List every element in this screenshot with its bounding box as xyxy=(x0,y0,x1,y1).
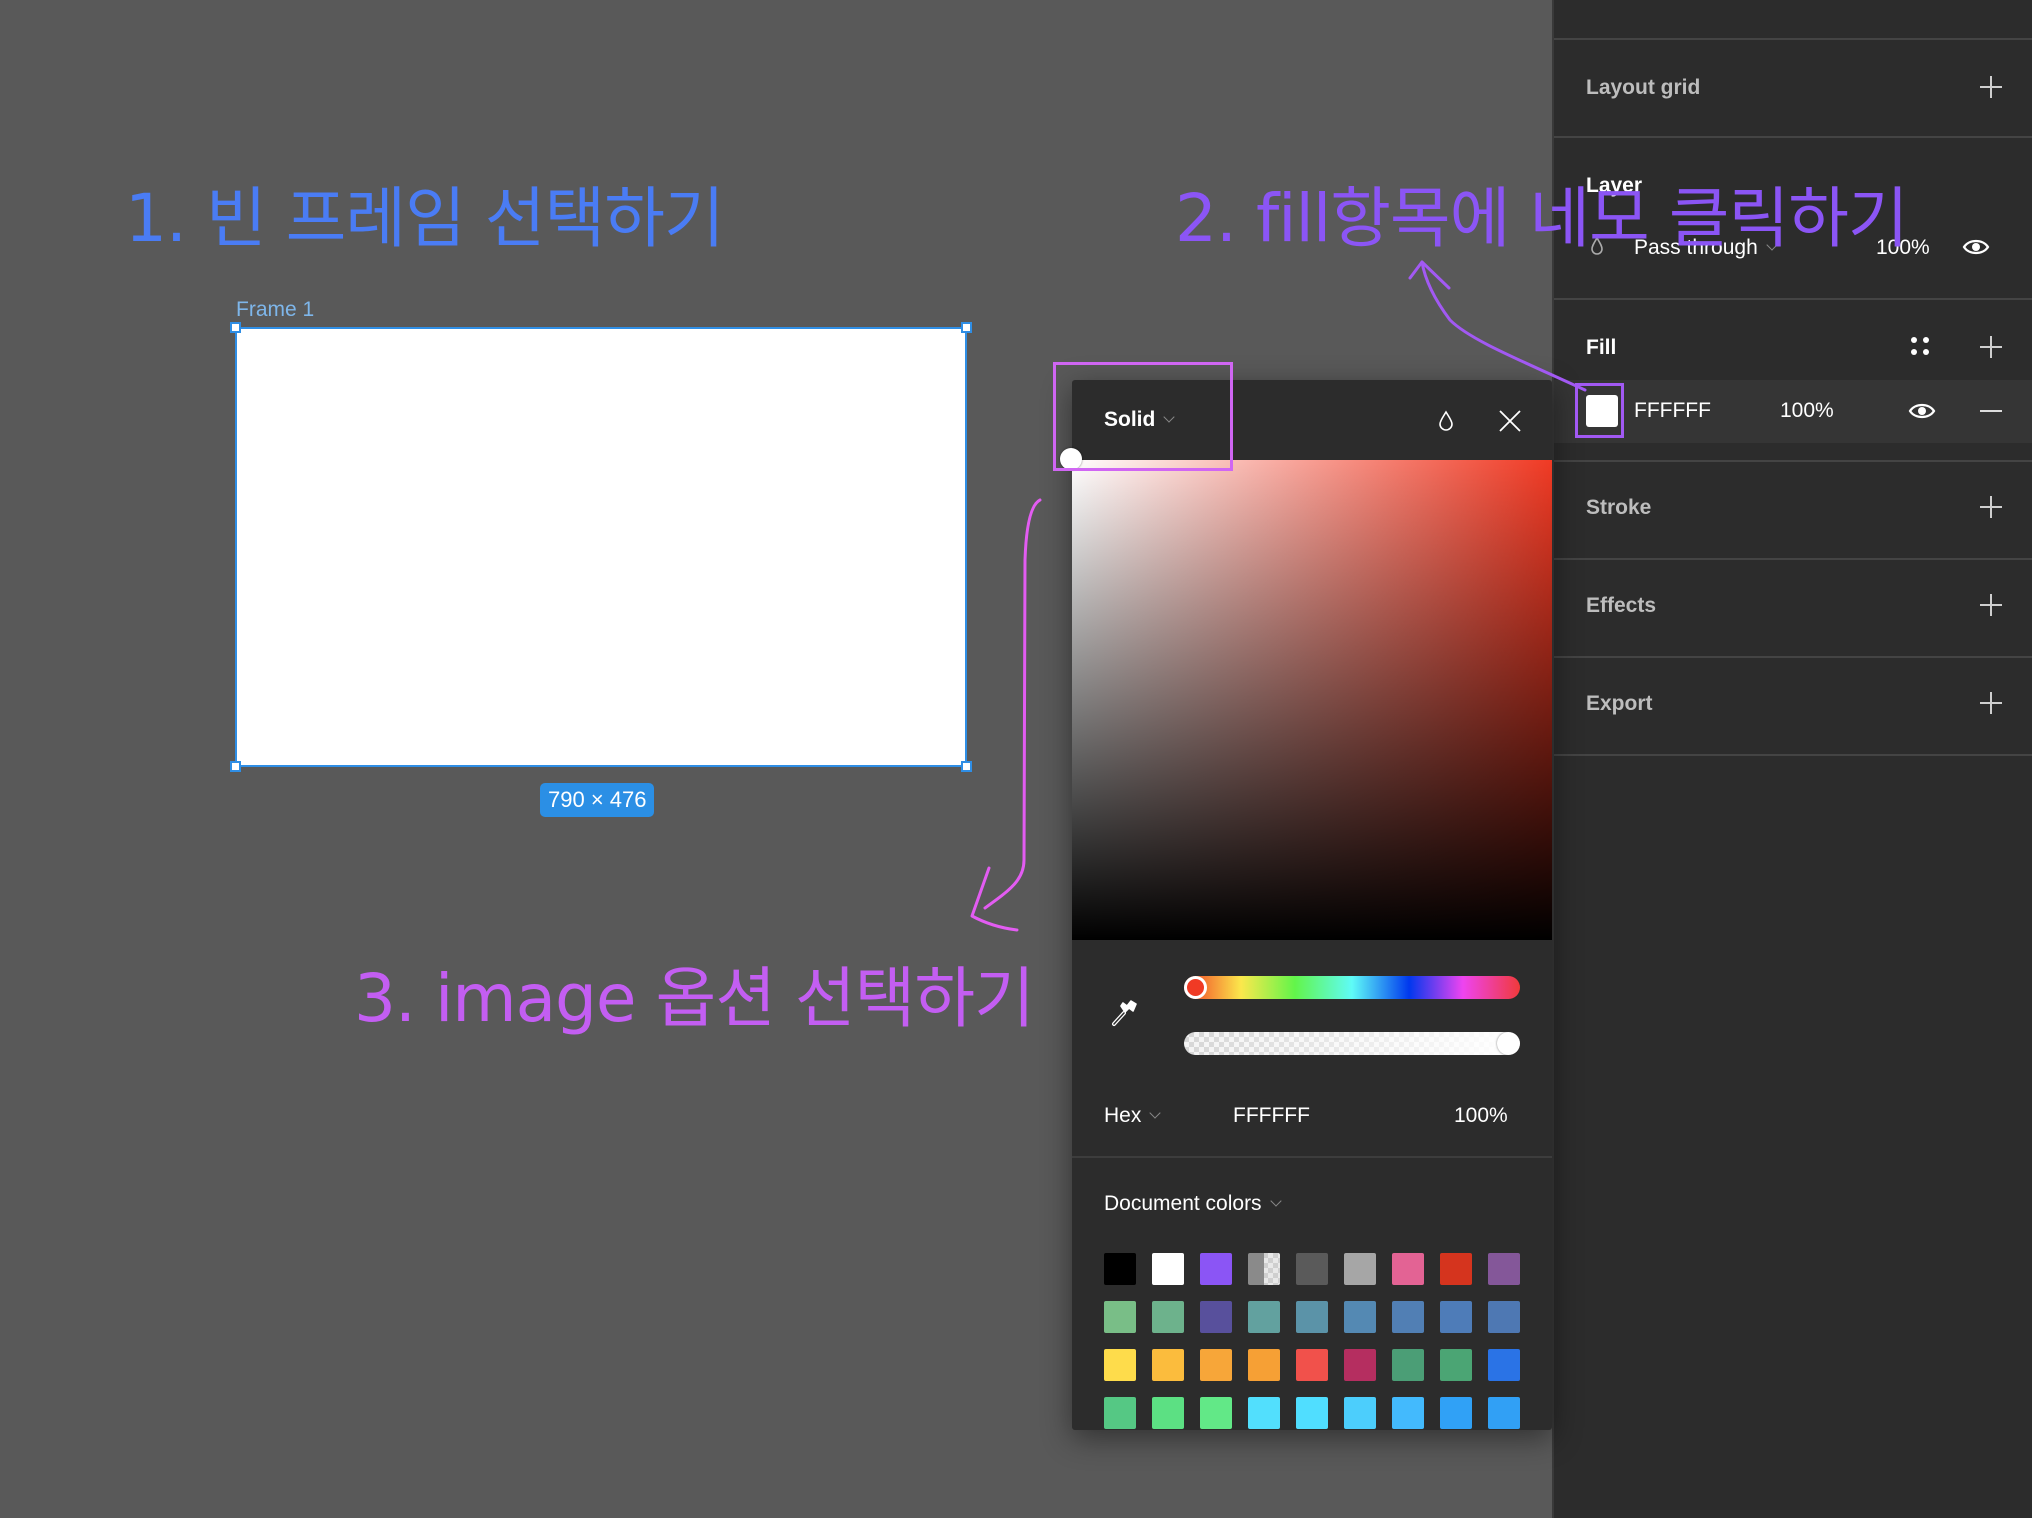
add-stroke-icon[interactable] xyxy=(1980,496,2002,518)
document-color-swatch[interactable] xyxy=(1104,1253,1136,1285)
document-color-swatch[interactable] xyxy=(1248,1301,1280,1333)
fill-hex-input[interactable]: FFFFFF xyxy=(1634,399,1711,423)
document-color-swatch[interactable] xyxy=(1296,1397,1328,1429)
resize-handle-top-left[interactable] xyxy=(230,322,241,333)
document-color-swatch[interactable] xyxy=(1152,1253,1184,1285)
annotation-step-3: 3. image 옵션 선택하기 xyxy=(354,960,1035,1037)
document-color-swatch[interactable] xyxy=(1248,1397,1280,1429)
document-color-swatch[interactable] xyxy=(1296,1253,1328,1285)
arrow-to-step-3-head xyxy=(970,866,1019,932)
section-fill: Fill FFFFFF 100% xyxy=(1554,298,2032,462)
document-color-swatch[interactable] xyxy=(1488,1349,1520,1381)
effects-title: Effects xyxy=(1586,594,1657,617)
hex-input[interactable]: FFFFFF xyxy=(1233,1104,1310,1128)
add-export-icon[interactable] xyxy=(1980,692,2002,714)
document-color-swatch[interactable] xyxy=(1200,1349,1232,1381)
document-color-swatch[interactable] xyxy=(1392,1253,1424,1285)
opacity-input[interactable]: 100% xyxy=(1454,1104,1508,1128)
section-stroke: Stroke xyxy=(1554,460,2032,560)
chevron-down-icon xyxy=(1269,1195,1282,1207)
highlight-solid-dropdown xyxy=(1053,362,1233,471)
chevron-down-icon xyxy=(1149,1107,1162,1119)
stroke-title: Stroke xyxy=(1586,496,1652,519)
fill-opacity-input[interactable]: 100% xyxy=(1780,399,1834,423)
document-color-swatch[interactable] xyxy=(1200,1397,1232,1429)
color-format-value: Hex xyxy=(1104,1104,1142,1127)
document-color-swatch[interactable] xyxy=(1344,1397,1376,1429)
document-color-swatch[interactable] xyxy=(1440,1349,1472,1381)
export-title: Export xyxy=(1586,692,1653,715)
resize-handle-bottom-left[interactable] xyxy=(230,761,241,772)
hue-slider[interactable] xyxy=(1184,976,1520,999)
remove-fill-icon[interactable] xyxy=(1980,410,2002,412)
frame-1[interactable] xyxy=(230,322,972,772)
frame-dimensions-badge: 790 × 476 xyxy=(540,783,655,817)
document-color-swatch[interactable] xyxy=(1344,1349,1376,1381)
hue-slider-handle[interactable] xyxy=(1184,976,1207,999)
fill-title: Fill xyxy=(1586,336,1617,359)
document-color-swatch[interactable] xyxy=(1104,1397,1136,1429)
divider xyxy=(1072,1156,1552,1158)
section-effects: Effects xyxy=(1554,558,2032,658)
close-icon[interactable] xyxy=(1499,410,1521,432)
document-color-swatch[interactable] xyxy=(1488,1253,1520,1285)
document-color-swatch[interactable] xyxy=(1344,1301,1376,1333)
document-color-swatch[interactable] xyxy=(1488,1397,1520,1429)
eyedropper-icon[interactable] xyxy=(1110,998,1138,1028)
eye-icon[interactable] xyxy=(1962,236,1990,258)
document-color-swatch[interactable] xyxy=(1152,1301,1184,1333)
annotation-step-1: 1. 빈 프레임 선택하기 xyxy=(125,180,725,257)
document-color-swatch[interactable] xyxy=(1392,1349,1424,1381)
document-color-swatch[interactable] xyxy=(1200,1253,1232,1285)
document-color-swatch[interactable] xyxy=(1392,1301,1424,1333)
annotation-step-2: 2. fill항목에 네모 클릭하기 xyxy=(1175,180,1909,257)
document-colors-grid xyxy=(1104,1253,1520,1429)
saturation-brightness-field[interactable] xyxy=(1072,460,1552,940)
add-layout-grid-icon[interactable] xyxy=(1980,76,2002,98)
opacity-slider[interactable] xyxy=(1184,1032,1520,1055)
section-top-cut xyxy=(1554,0,2032,40)
document-color-swatch[interactable] xyxy=(1344,1253,1376,1285)
document-color-swatch[interactable] xyxy=(1152,1397,1184,1429)
frame-name-label[interactable]: Frame 1 xyxy=(236,298,314,322)
document-color-swatch[interactable] xyxy=(1200,1301,1232,1333)
resize-handle-top-right[interactable] xyxy=(961,322,972,333)
document-color-swatch[interactable] xyxy=(1488,1301,1520,1333)
document-color-swatch[interactable] xyxy=(1296,1301,1328,1333)
document-color-swatch[interactable] xyxy=(1440,1397,1472,1429)
section-layout-grid: Layout grid xyxy=(1554,38,2032,138)
document-color-swatch[interactable] xyxy=(1104,1301,1136,1333)
resize-handle-bottom-right[interactable] xyxy=(961,761,972,772)
arrow-to-step-3 xyxy=(983,498,1042,910)
document-color-swatch[interactable] xyxy=(1392,1397,1424,1429)
document-color-swatch[interactable] xyxy=(1296,1349,1328,1381)
add-fill-icon[interactable] xyxy=(1980,336,2002,358)
eye-icon[interactable] xyxy=(1908,400,1936,422)
document-color-swatch[interactable] xyxy=(1440,1253,1472,1285)
fill-row[interactable]: FFFFFF 100% xyxy=(1554,380,2032,443)
document-color-swatch[interactable] xyxy=(1248,1253,1280,1285)
document-color-swatch[interactable] xyxy=(1104,1349,1136,1381)
styles-grid-icon[interactable] xyxy=(1910,336,1930,356)
document-color-swatch[interactable] xyxy=(1152,1349,1184,1381)
add-effect-icon[interactable] xyxy=(1980,594,2002,616)
document-color-swatch[interactable] xyxy=(1440,1301,1472,1333)
blend-drop-icon[interactable] xyxy=(1438,410,1454,432)
layout-grid-title: Layout grid xyxy=(1586,76,1701,99)
arrow-to-step-2-head xyxy=(1408,260,1451,290)
opacity-slider-handle[interactable] xyxy=(1497,1032,1520,1055)
document-color-swatch[interactable] xyxy=(1248,1349,1280,1381)
highlight-fill-swatch xyxy=(1575,383,1624,438)
color-format-dropdown[interactable]: Hex xyxy=(1104,1104,1162,1128)
color-picker-popover: Solid Hex FFFFFF 100% Document colors xyxy=(1060,380,1552,1430)
document-colors-dropdown[interactable]: Document colors xyxy=(1104,1192,1282,1216)
section-export: Export xyxy=(1554,656,2032,756)
document-colors-label: Document colors xyxy=(1104,1192,1262,1215)
